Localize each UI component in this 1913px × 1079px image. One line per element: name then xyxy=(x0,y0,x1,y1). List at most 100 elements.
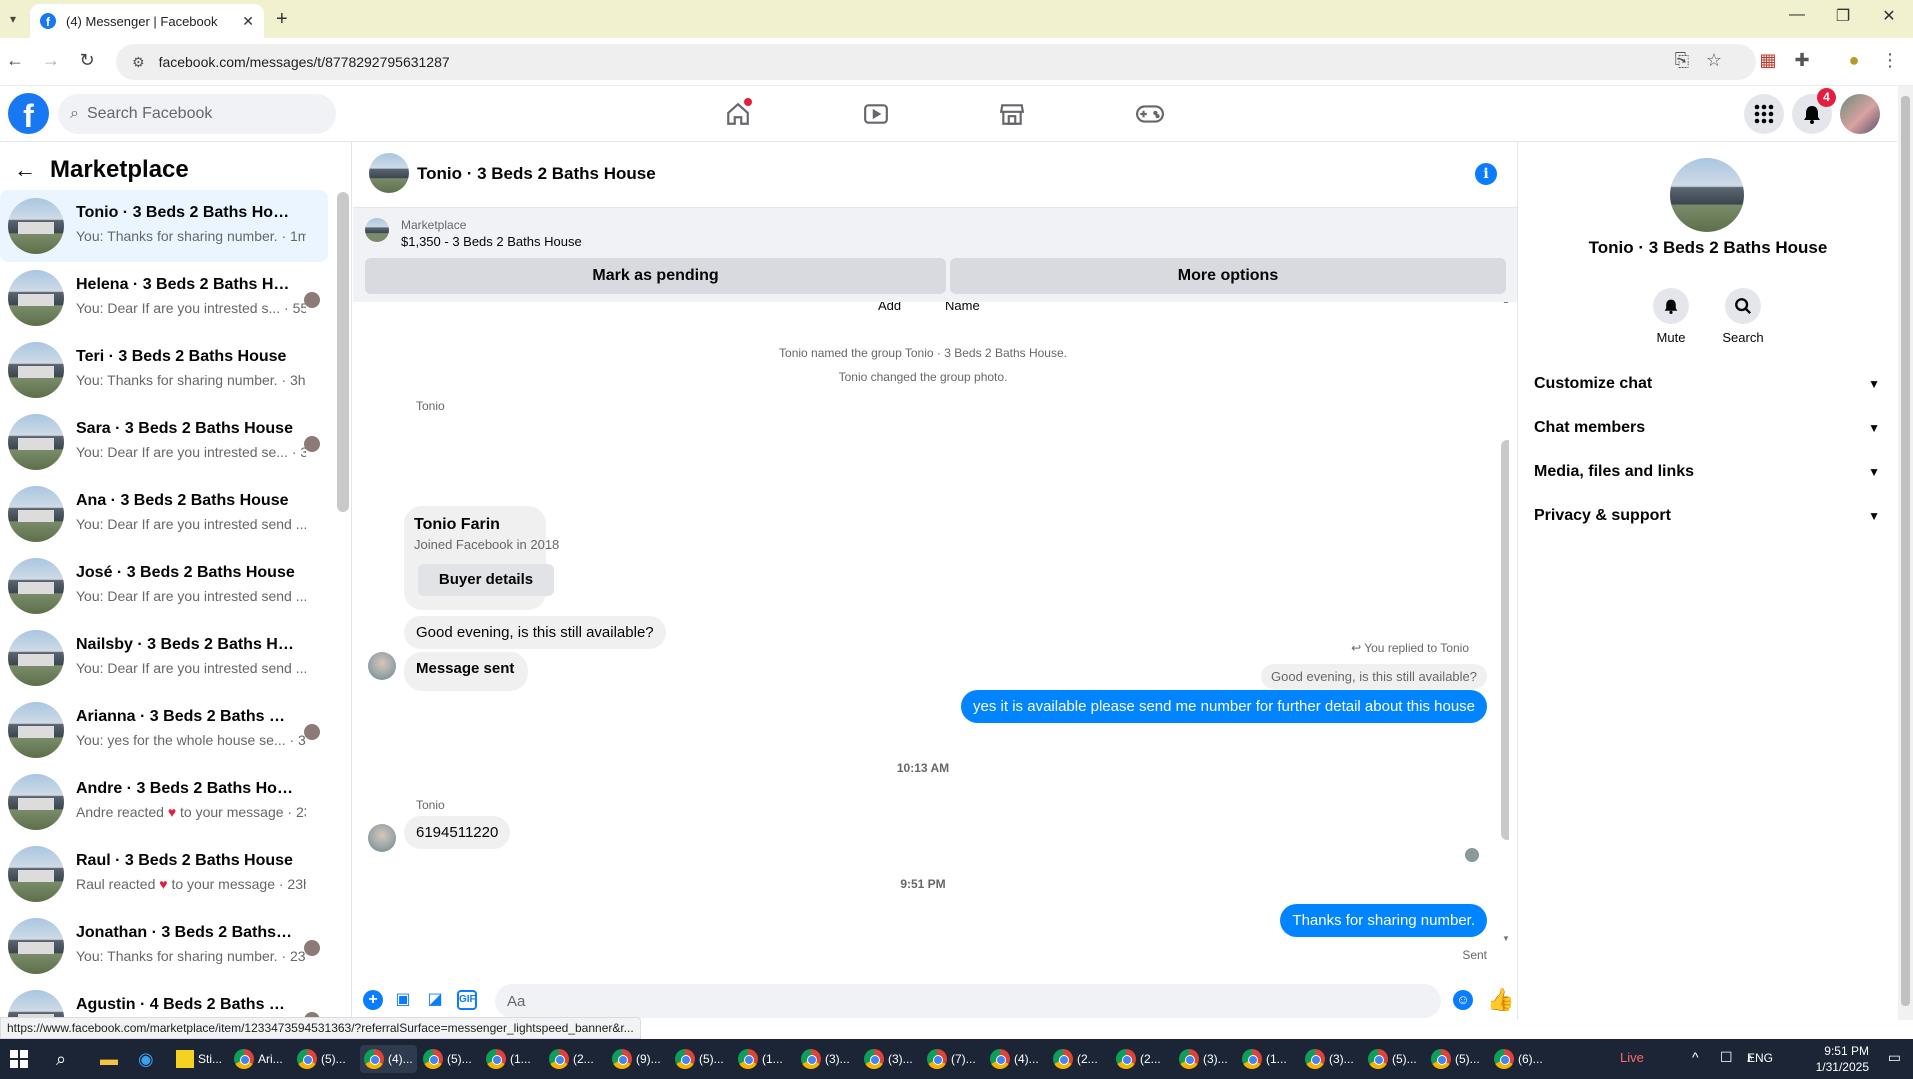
name-group-label[interactable]: Name xyxy=(945,302,980,313)
conversation-item[interactable]: Raul · 3 Beds 2 Baths House Raul reacted … xyxy=(0,838,328,910)
incoming-message[interactable]: 6194511220 xyxy=(404,816,511,849)
listing-title[interactable]: $1,350 - 3 Beds 2 Baths House xyxy=(401,234,582,249)
extensions-puzzle-icon[interactable]: ✚ xyxy=(1790,50,1814,71)
taskbar-app-button[interactable]: (1... xyxy=(1242,1045,1287,1073)
sender-avatar[interactable] xyxy=(368,652,396,680)
edge-icon[interactable]: ◉ xyxy=(138,1045,154,1073)
tray-chevron-icon[interactable]: ^ xyxy=(1692,1049,1699,1065)
address-bar[interactable]: ⚙ facebook.com/messages/t/87782927956312… xyxy=(116,44,1756,80)
browser-menu-icon[interactable]: ⋮ xyxy=(1878,50,1902,71)
group-photo[interactable] xyxy=(1670,158,1744,232)
file-explorer-icon[interactable]: ▬ xyxy=(100,1045,118,1073)
weather-live-indicator[interactable]: Live xyxy=(1620,1050,1644,1065)
conversation-item[interactable]: Sara · 3 Beds 2 Baths House You: Dear If … xyxy=(0,406,328,478)
taskbar-app-button[interactable]: (1... xyxy=(738,1045,783,1073)
back-button[interactable]: ← xyxy=(4,50,26,71)
taskbar-app-button[interactable]: (2... xyxy=(1116,1045,1161,1073)
more-options-button[interactable]: More options xyxy=(950,258,1506,294)
close-window-button[interactable]: ✕ xyxy=(1874,6,1904,26)
taskbar-app-button[interactable]: (5)... xyxy=(1431,1045,1480,1073)
chat-thumbnail[interactable] xyxy=(369,153,409,193)
search-icon[interactable] xyxy=(1725,288,1761,324)
outgoing-message[interactable]: yes it is available please send me numbe… xyxy=(961,690,1487,723)
taskbar-app-button[interactable]: (2... xyxy=(1053,1045,1098,1073)
chat-scrollbar[interactable] xyxy=(1501,440,1509,840)
install-app-icon[interactable]: ⎘ xyxy=(1670,50,1694,71)
customize-chat-section[interactable]: Customize chat ▼ xyxy=(1534,366,1884,402)
scroll-up-arrow-icon[interactable]: ▲ xyxy=(1502,302,1509,305)
mute-bell-icon[interactable] xyxy=(1653,288,1689,324)
taskbar-app-button[interactable]: (3)... xyxy=(1179,1045,1228,1073)
facebook-logo-icon[interactable]: f xyxy=(8,93,49,134)
add-member-label[interactable]: Add xyxy=(878,302,901,313)
taskbar-app-button[interactable]: (5)... xyxy=(1368,1045,1417,1073)
nav-marketplace-icon[interactable] xyxy=(992,98,1032,130)
conversation-item[interactable]: Ana · 3 Beds 2 Baths House You: Dear If a… xyxy=(0,478,328,550)
site-info-icon[interactable]: ⚙ xyxy=(132,54,145,71)
sender-avatar[interactable] xyxy=(368,824,396,852)
chat-title[interactable]: Tonio · 3 Beds 2 Baths House xyxy=(417,164,656,184)
back-arrow-icon[interactable]: ← xyxy=(14,157,36,183)
taskbar-app-button[interactable]: Ari... xyxy=(234,1045,283,1073)
taskbar-app-button[interactable]: (7)... xyxy=(927,1045,976,1073)
taskbar-app-button[interactable]: (4)... xyxy=(360,1045,417,1073)
menu-grid-icon[interactable] xyxy=(1744,94,1784,134)
conversation-item[interactable]: Helena · 3 Beds 2 Baths House You: Dear I… xyxy=(0,262,328,334)
more-actions-plus-icon[interactable]: + xyxy=(363,990,383,1010)
forward-button[interactable]: → xyxy=(40,50,62,71)
taskbar-app-button[interactable]: (3)... xyxy=(1305,1045,1354,1073)
notifications-bell-icon[interactable]: 4 xyxy=(1792,88,1836,134)
input-language[interactable]: ENG xyxy=(1747,1051,1773,1065)
media-files-links-section[interactable]: Media, files and links ▼ xyxy=(1534,454,1884,490)
conversation-item[interactable]: José · 3 Beds 2 Baths House You: Dear If … xyxy=(0,550,328,622)
taskbar-app-button[interactable]: Sti... xyxy=(176,1045,222,1073)
conversation-item[interactable]: Teri · 3 Beds 2 Baths House You: Thanks f… xyxy=(0,334,328,406)
attach-photo-icon[interactable]: ▣ xyxy=(393,990,413,1010)
profile-icon[interactable]: ● xyxy=(1842,50,1866,71)
conversation-item[interactable]: Arianna · 3 Beds 2 Baths House You: yes f… xyxy=(0,694,328,766)
taskbar-app-button[interactable]: (5)... xyxy=(675,1045,724,1073)
conversation-info-icon[interactable]: i xyxy=(1475,163,1497,185)
taskbar-search-icon[interactable]: ⌕ xyxy=(56,1045,66,1073)
message-input[interactable] xyxy=(495,984,1441,1018)
taskbar-app-button[interactable]: (5)... xyxy=(423,1045,472,1073)
page-scrollbar-thumb[interactable] xyxy=(1901,96,1910,1006)
minimize-button[interactable]: — xyxy=(1782,6,1812,24)
sticker-icon[interactable]: ◪ xyxy=(425,990,445,1010)
windows-start-icon[interactable] xyxy=(10,1050,28,1068)
taskbar-app-button[interactable]: (2... xyxy=(549,1045,594,1073)
conversation-item[interactable]: Andre · 3 Beds 2 Baths House Andre reacte… xyxy=(0,766,328,838)
incoming-message[interactable]: Message sent xyxy=(404,652,529,691)
bookmark-star-icon[interactable]: ☆ xyxy=(1702,50,1726,71)
conversation-item[interactable]: Nailsby · 3 Beds 2 Baths House You: Dear … xyxy=(0,622,328,694)
taskbar-app-button[interactable]: (3)... xyxy=(801,1045,850,1073)
extension-icon[interactable]: ▦ xyxy=(1756,50,1780,71)
taskbar-app-button[interactable]: (1... xyxy=(486,1045,531,1073)
outgoing-message[interactable]: Thanks for sharing number. xyxy=(1280,904,1487,937)
tab-search-button[interactable]: ▾ xyxy=(2,8,24,30)
taskbar-app-button[interactable]: (9)... xyxy=(612,1045,661,1073)
taskbar-app-button[interactable]: (3)... xyxy=(864,1045,913,1073)
incoming-message[interactable]: Good evening, is this still available? xyxy=(404,616,666,649)
quoted-message[interactable]: Good evening, is this still available? xyxy=(1261,664,1487,689)
taskbar-app-button[interactable]: (5)... xyxy=(297,1045,346,1073)
nav-gaming-icon[interactable] xyxy=(1130,98,1170,130)
facebook-search-box[interactable]: ⌕ Search Facebook xyxy=(58,94,336,134)
listing-thumbnail[interactable] xyxy=(365,218,389,242)
notification-center-icon[interactable]: ▭ xyxy=(1888,1049,1901,1066)
account-avatar[interactable] xyxy=(1840,94,1880,134)
taskbar-app-button[interactable]: (6)... xyxy=(1494,1045,1543,1073)
system-clock[interactable]: 9:51 PM 1/31/2025 xyxy=(1816,1043,1869,1075)
mute-action[interactable]: Mute xyxy=(1641,288,1701,345)
reload-button[interactable]: ↻ xyxy=(76,50,98,71)
page-scrollbar[interactable] xyxy=(1898,86,1913,1020)
emoji-icon[interactable]: ☺ xyxy=(1453,990,1473,1010)
gif-icon[interactable]: GIF xyxy=(457,990,477,1010)
chat-members-section[interactable]: Chat members ▼ xyxy=(1534,410,1884,446)
network-icon[interactable]: ☐ xyxy=(1720,1049,1733,1066)
scroll-down-arrow-icon[interactable]: ▼ xyxy=(1502,934,1509,943)
taskbar-app-button[interactable]: (4)... xyxy=(990,1045,1039,1073)
active-browser-tab[interactable]: f (4) Messenger | Facebook ✕ xyxy=(30,4,264,38)
conversation-item[interactable]: Agustin · 4 Beds 2 Baths House xyxy=(0,982,328,1020)
conversation-list-scrollbar[interactable] xyxy=(337,192,349,512)
